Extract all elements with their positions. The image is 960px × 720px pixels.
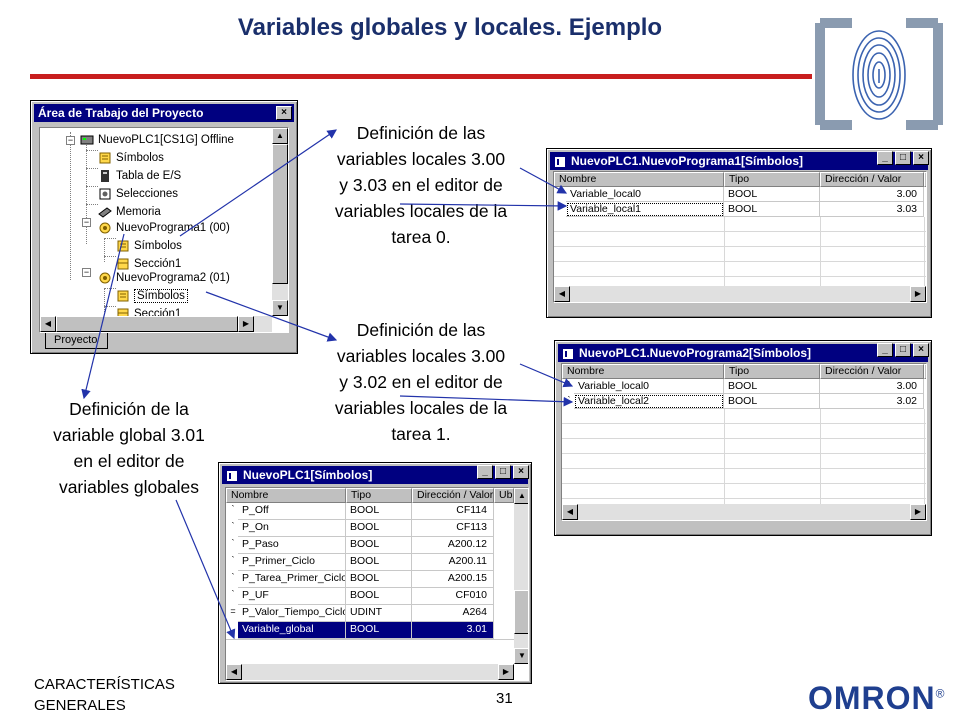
column-header-nombre[interactable]: Nombre (554, 172, 724, 187)
tree-item-memory[interactable]: Memoria (98, 204, 161, 220)
close-icon[interactable]: × (913, 343, 929, 357)
minimize-icon[interactable]: _ (877, 343, 893, 357)
column-header-tipo[interactable]: Tipo (724, 172, 820, 187)
program-icon (98, 221, 112, 235)
slide-title: Variables globales y locales. Ejemplo (237, 14, 663, 41)
scroll-left-icon[interactable]: ◀ (554, 286, 570, 302)
close-icon[interactable]: × (913, 151, 929, 165)
project-window: Área de Trabajo del Proyecto × − − − Nue… (30, 100, 298, 354)
page-number: 31 (496, 690, 513, 707)
tree-item-program2-symbols[interactable]: Símbolos (116, 288, 188, 304)
column-header-extra[interactable]: U (924, 364, 926, 379)
column-header-extra[interactable] (924, 172, 926, 187)
collapse-toggle[interactable]: − (82, 268, 91, 277)
column-header-ubicacion[interactable]: Ubic (494, 488, 514, 503)
minimize-icon[interactable]: _ (477, 465, 493, 479)
scroll-up-icon[interactable]: ▲ (272, 128, 288, 144)
vertical-scrollbar[interactable]: ▲ ▼ (514, 488, 528, 664)
project-tree: − − − NuevoPLC1[CS1G] Offline Símbolos T… (39, 127, 289, 333)
symbols-icon (98, 151, 112, 165)
window-app-icon (554, 155, 566, 167)
scroll-thumb[interactable] (272, 144, 288, 284)
horizontal-scrollbar[interactable]: ◀ ▶ (562, 504, 926, 520)
column-header-direccion[interactable]: Dirección / Valor (820, 172, 924, 187)
close-icon[interactable]: × (513, 465, 529, 479)
scroll-right-icon[interactable]: ▶ (910, 504, 926, 520)
project-window-titlebar[interactable]: Área de Trabajo del Proyecto (34, 104, 294, 122)
settings-icon (98, 187, 112, 201)
scroll-left-icon[interactable]: ◀ (40, 316, 56, 332)
global-table: Nombre Tipo Dirección / Valor Ubic `P_Of… (225, 487, 529, 681)
collapse-toggle[interactable]: − (82, 218, 91, 227)
tree-item-program1[interactable]: NuevoPrograma1 (00) (98, 220, 230, 236)
column-header-direccion[interactable]: Dirección / Valor (412, 488, 494, 503)
symbols-icon (116, 289, 130, 303)
close-icon[interactable]: × (276, 106, 292, 120)
section-icon (116, 257, 130, 271)
local2-window: NuevoPLC1.NuevoPrograma2[Símbolos] _ □ ×… (554, 340, 932, 536)
tab-proyecto[interactable]: Proyecto (45, 333, 109, 349)
local1-window-titlebar[interactable]: NuevoPLC1.NuevoPrograma1[Símbolos] (550, 152, 928, 170)
scroll-up-icon[interactable]: ▲ (514, 488, 528, 504)
vertical-scrollbar[interactable]: ▲ ▼ (272, 128, 288, 316)
local2-table: Nombre Tipo Dirección / Valor U ` Variab… (561, 363, 927, 521)
tree-item-plc[interactable]: NuevoPLC1[CS1G] Offline (80, 132, 234, 148)
title-rule (30, 74, 938, 79)
tree-item-program2[interactable]: NuevoPrograma2 (01) (98, 270, 230, 286)
maximize-icon[interactable]: □ (495, 465, 511, 479)
scroll-down-icon[interactable]: ▼ (514, 648, 528, 664)
column-header-tipo[interactable]: Tipo (724, 364, 820, 379)
global-window: NuevoPLC1[Símbolos] _ □ × Nombre Tipo Di… (218, 462, 532, 684)
column-header-direccion[interactable]: Dirección / Valor (820, 364, 924, 379)
scroll-right-icon[interactable]: ▶ (238, 316, 254, 332)
window-app-icon (562, 347, 574, 359)
scroll-thumb[interactable] (514, 590, 528, 634)
tree-item-io-table[interactable]: Tabla de E/S (98, 168, 181, 184)
column-header-tipo[interactable]: Tipo (346, 488, 412, 503)
scroll-left-icon[interactable]: ◀ (226, 664, 242, 680)
column-header-nombre[interactable]: Nombre (562, 364, 724, 379)
callout-local2: Definición de las variables locales 3.00… (334, 320, 508, 444)
local1-window: NuevoPLC1.NuevoPrograma1[Símbolos] _ □ ×… (546, 148, 932, 318)
horizontal-scrollbar[interactable]: ◀ ▶ (40, 316, 272, 332)
project-window-title: Área de Trabajo del Proyecto (38, 106, 204, 120)
memory-icon (98, 205, 112, 219)
callout-local1: Definición de las variables locales 3.00… (334, 123, 508, 247)
footer-section-label: CARACTERÍSTICAS GENERALES (34, 676, 175, 714)
horizontal-scrollbar[interactable]: ◀ ▶ (226, 664, 514, 680)
plc-icon (80, 133, 94, 147)
tree-item-symbols[interactable]: Símbolos (98, 150, 164, 166)
scroll-right-icon[interactable]: ▶ (498, 664, 514, 680)
column-header-nombre[interactable]: Nombre (226, 488, 346, 503)
fingerprint-logo (812, 15, 946, 133)
callout-global: Definición de la variable global 3.01 en… (53, 399, 205, 497)
symbols-icon (116, 239, 130, 253)
scroll-thumb[interactable] (56, 316, 238, 332)
omron-logo: OMRON® (808, 680, 946, 716)
scroll-down-icon[interactable]: ▼ (272, 300, 288, 316)
scroll-left-icon[interactable]: ◀ (562, 504, 578, 520)
scroll-right-icon[interactable]: ▶ (910, 286, 926, 302)
maximize-icon[interactable]: □ (895, 343, 911, 357)
local2-window-titlebar[interactable]: NuevoPLC1.NuevoPrograma2[Símbolos] (558, 344, 928, 362)
minimize-icon[interactable]: _ (877, 151, 893, 165)
local1-table: Nombre Tipo Dirección / Valor ` Variable… (553, 171, 927, 303)
tree-item-program1-symbols[interactable]: Símbolos (116, 238, 182, 254)
io-table-icon (98, 169, 112, 183)
program-icon (98, 271, 112, 285)
horizontal-scrollbar[interactable]: ◀ ▶ (554, 286, 926, 302)
tree-item-settings[interactable]: Selecciones (98, 186, 178, 202)
collapse-toggle[interactable]: − (66, 136, 75, 145)
maximize-icon[interactable]: □ (895, 151, 911, 165)
